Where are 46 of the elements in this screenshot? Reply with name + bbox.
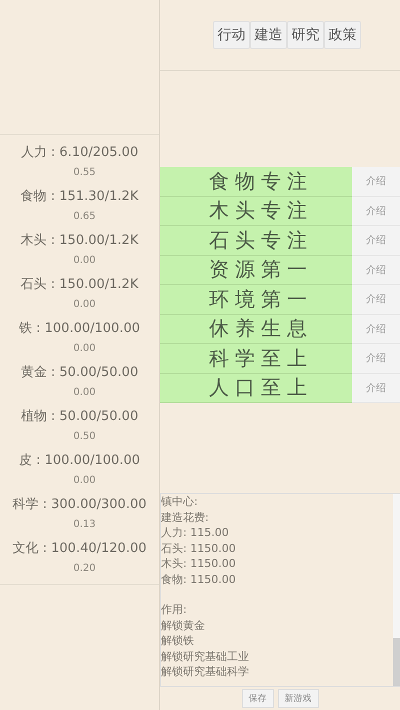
resource-rate: 0.13: [72, 518, 96, 532]
footer-button[interactable]: 新游戏: [278, 689, 318, 708]
policy-button[interactable]: 食物专注: [160, 167, 352, 196]
policy-button[interactable]: 环境第一: [160, 285, 352, 314]
resource-rate: 0.00: [72, 298, 96, 312]
tab[interactable]: 行动: [213, 21, 250, 49]
policy-button[interactable]: 资源第一: [160, 256, 352, 285]
resource-rate: 0.65: [72, 210, 96, 224]
policy-button[interactable]: 木头专注: [160, 196, 352, 226]
resource-amount: 科学 : 300.00/300.00: [12, 496, 146, 514]
resource-amount: 木头 : 150.00/1.2K: [20, 232, 138, 250]
resource-amount: 黄金 : 50.00/50.00: [20, 364, 138, 382]
details-line: 作用:: [161, 602, 188, 618]
policy-button[interactable]: 石头专注: [160, 226, 352, 256]
details-line: 解锁铁: [161, 633, 195, 648]
policy-button[interactable]: 人口至上: [160, 374, 352, 403]
resource-amount: 文化 : 100.40/120.00: [12, 540, 146, 558]
resource-amount: 人力 : 6.10/205.00: [20, 144, 138, 162]
scrollbar-thumb[interactable]: [393, 638, 400, 686]
resource-rate: 0.00: [72, 342, 96, 356]
details-line: 解锁研究基础科学: [161, 664, 250, 680]
resource-amount: 皮 : 100.00/100.00: [19, 452, 140, 470]
details-line: 食物: 1150.00: [161, 572, 237, 587]
resource-amount: 食物 : 151.30/1.2K: [20, 188, 138, 206]
tab[interactable]: 建造: [250, 21, 287, 49]
footer-button[interactable]: 保存: [242, 689, 274, 708]
details-line: 镇中心:: [161, 494, 199, 510]
resource-rate: 0.55: [72, 166, 96, 180]
resource-amount: 石头 : 150.00/1.2K: [20, 276, 138, 294]
resource-rate: 0.00: [72, 254, 96, 268]
policy-button[interactable]: 科学至上: [160, 344, 352, 374]
details-line: 解锁研究基础工业: [161, 648, 250, 664]
resource-rate: 0.20: [72, 562, 96, 576]
resource-amount: 铁 : 100.00/100.00: [19, 320, 140, 338]
tab[interactable]: 研究: [287, 21, 324, 49]
resource-rate: 0.50: [72, 430, 96, 444]
details-line: 人力: 115.00: [161, 525, 230, 540]
details-line: 石头: 1150.00: [161, 540, 237, 556]
resource-rate: 0.00: [72, 474, 96, 488]
tab[interactable]: 政策: [324, 21, 361, 49]
policy-button[interactable]: 休养生息: [160, 314, 352, 344]
details-line: 木头: 1150.00: [161, 556, 237, 572]
details-line: 解锁黄金: [161, 618, 206, 633]
details-line: 建造花费:: [161, 510, 210, 525]
resource-amount: 植物 : 50.00/50.00: [20, 408, 138, 426]
resource-rate: 0.00: [72, 386, 96, 400]
